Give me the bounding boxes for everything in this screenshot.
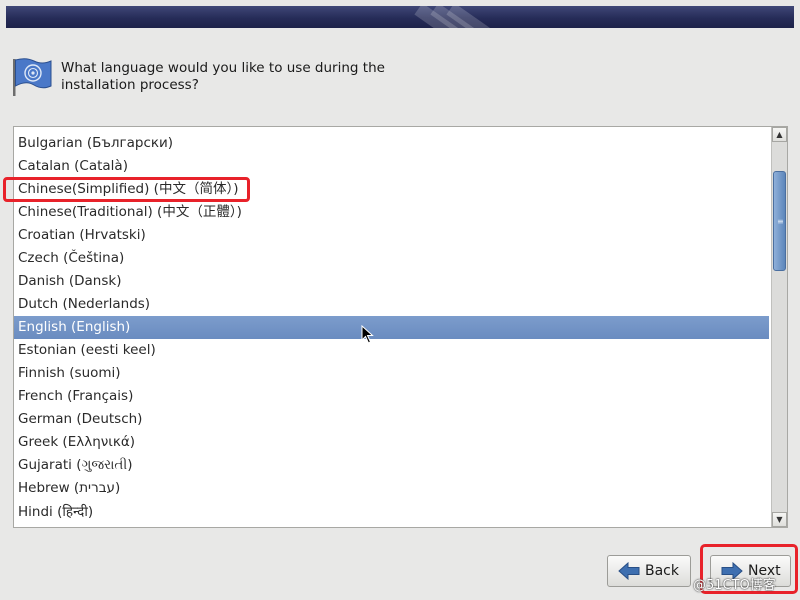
list-item[interactable]: Finnish (suomi) [14, 362, 769, 385]
annotation-highlight-chinese [3, 177, 250, 202]
list-item[interactable]: Dutch (Nederlands) [14, 293, 769, 316]
scroll-thumb[interactable]: ≡ [773, 171, 786, 271]
list-item[interactable]: German (Deutsch) [14, 408, 769, 431]
mouse-cursor-icon [361, 325, 374, 344]
back-button[interactable]: Back [607, 555, 691, 587]
list-item[interactable]: Bulgarian (Български) [14, 132, 769, 155]
list-item[interactable]: Catalan (Català) [14, 155, 769, 178]
list-item[interactable]: Czech (Čeština) [14, 247, 769, 270]
language-flag-icon [13, 58, 52, 96]
vertical-scrollbar[interactable]: ▲ ≡ ▼ [771, 127, 787, 527]
list-item[interactable]: Greek (Ελληνικά) [14, 431, 769, 454]
list-item[interactable]: Danish (Dansk) [14, 270, 769, 293]
list-item[interactable]: Hebrew (עברית) [14, 477, 769, 500]
list-item[interactable]: Hindi (हिन्दी) [14, 501, 769, 524]
scroll-down-icon[interactable]: ▼ [772, 512, 787, 527]
list-item[interactable]: Gujarati (ગુજરાતી) [14, 454, 769, 477]
list-item[interactable]: Estonian (eesti keel) [14, 339, 769, 362]
scroll-up-icon[interactable]: ▲ [772, 127, 787, 142]
back-arrow-icon [618, 562, 640, 580]
back-button-label: Back [645, 563, 679, 579]
top-banner [6, 6, 794, 28]
watermark: @51CTO博客 [693, 578, 776, 593]
list-item-selected[interactable]: English (English) [14, 316, 769, 339]
list-item[interactable]: Chinese(Traditional) (中文（正體）) [14, 201, 769, 224]
list-item[interactable]: Croatian (Hrvatski) [14, 224, 769, 247]
list-item[interactable]: French (Français) [14, 385, 769, 408]
grip-icon: ≡ [777, 217, 784, 226]
language-question: What language would you like to use duri… [61, 60, 385, 93]
